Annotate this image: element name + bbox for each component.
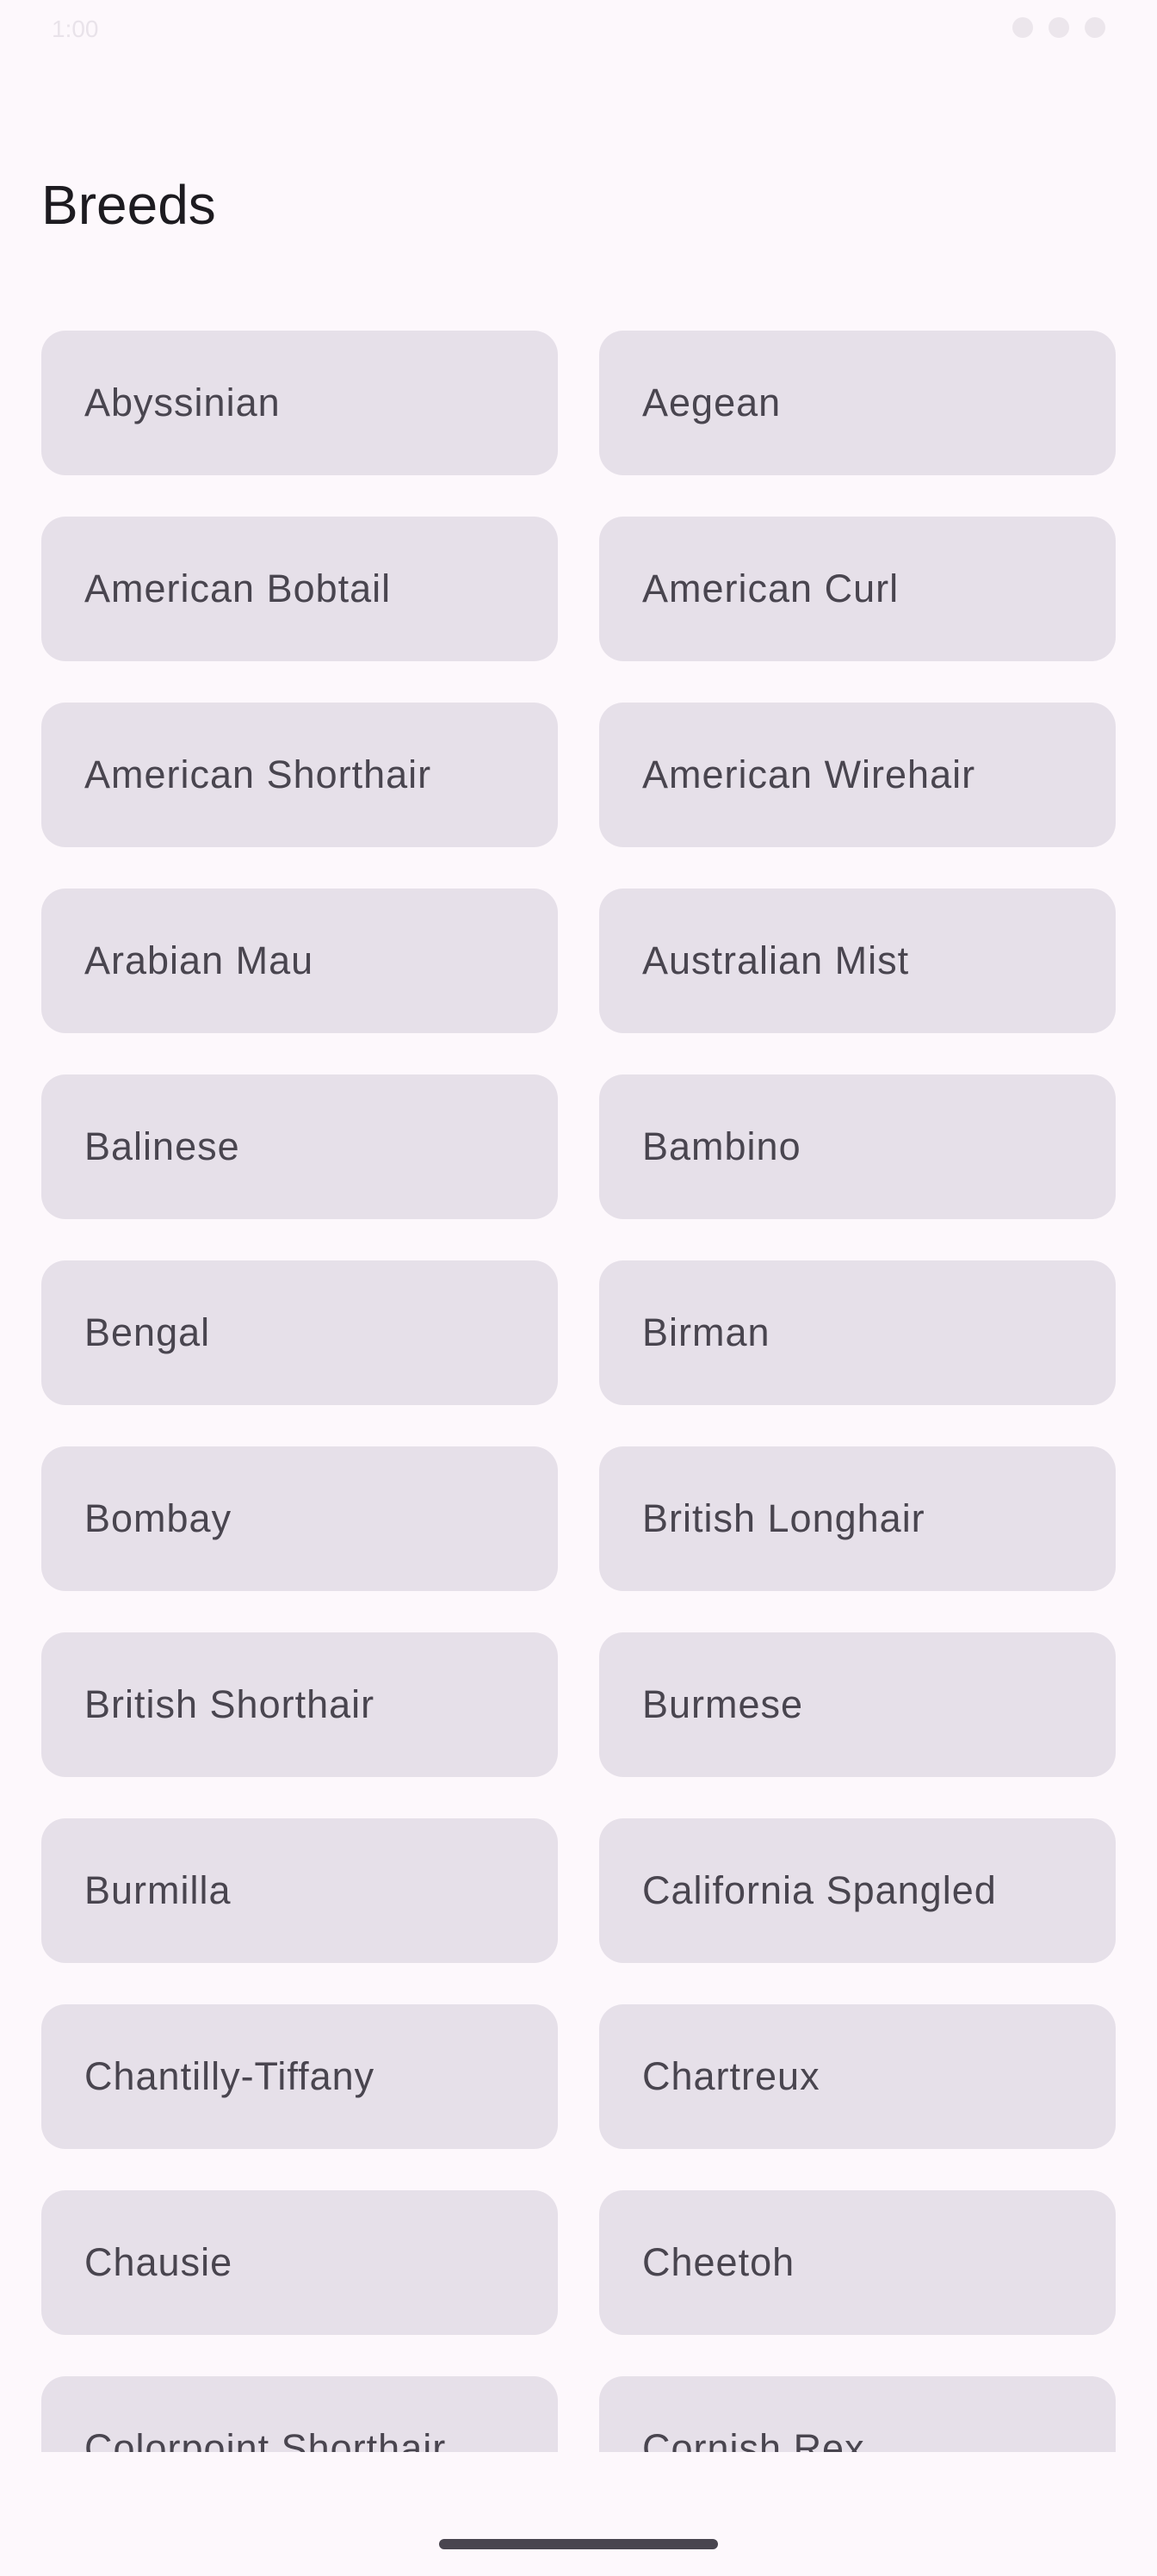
signal-icon xyxy=(1049,17,1069,38)
breed-card[interactable]: Australian Mist xyxy=(599,889,1116,1033)
battery-icon xyxy=(1085,17,1105,38)
wifi-icon xyxy=(1012,17,1033,38)
breed-card[interactable]: Arabian Mau xyxy=(41,889,558,1033)
breed-card[interactable]: American Wirehair xyxy=(599,703,1116,847)
gesture-nav-handle[interactable] xyxy=(439,2539,718,2549)
breed-card[interactable]: American Bobtail xyxy=(41,517,558,661)
status-bar: 1:00 xyxy=(0,0,1157,60)
breed-card[interactable]: Chantilly-Tiffany xyxy=(41,2004,558,2149)
status-icons xyxy=(1012,17,1105,38)
page-title: Breeds xyxy=(41,174,216,236)
breed-card[interactable]: California Spangled xyxy=(599,1818,1116,1963)
breed-card[interactable]: Bengal xyxy=(41,1260,558,1405)
breed-card[interactable]: Colorpoint Shorthair xyxy=(41,2376,558,2452)
breed-card[interactable]: Birman xyxy=(599,1260,1116,1405)
breed-card[interactable]: Cornish Rex xyxy=(599,2376,1116,2452)
breed-card[interactable]: Chartreux xyxy=(599,2004,1116,2149)
breed-card[interactable]: Burmilla xyxy=(41,1818,558,1963)
breed-grid: Abyssinian Aegean American Bobtail American… xyxy=(0,331,1157,2452)
breed-list[interactable]: Abyssinian Aegean American Bobtail American… xyxy=(0,331,1157,2452)
breed-card[interactable]: Chausie xyxy=(41,2190,558,2335)
breed-card[interactable]: Abyssinian xyxy=(41,331,558,475)
breed-card[interactable]: British Longhair xyxy=(599,1446,1116,1591)
status-time: 1:00 xyxy=(52,15,99,42)
breed-card[interactable]: British Shorthair xyxy=(41,1632,558,1777)
breed-card[interactable]: Cheetoh xyxy=(599,2190,1116,2335)
breed-card[interactable]: American Shorthair xyxy=(41,703,558,847)
breed-card[interactable]: Bombay xyxy=(41,1446,558,1591)
breed-card[interactable]: Burmese xyxy=(599,1632,1116,1777)
breed-card[interactable]: Aegean xyxy=(599,331,1116,475)
breed-card[interactable]: Bambino xyxy=(599,1074,1116,1219)
breed-card[interactable]: American Curl xyxy=(599,517,1116,661)
breed-card[interactable]: Balinese xyxy=(41,1074,558,1219)
